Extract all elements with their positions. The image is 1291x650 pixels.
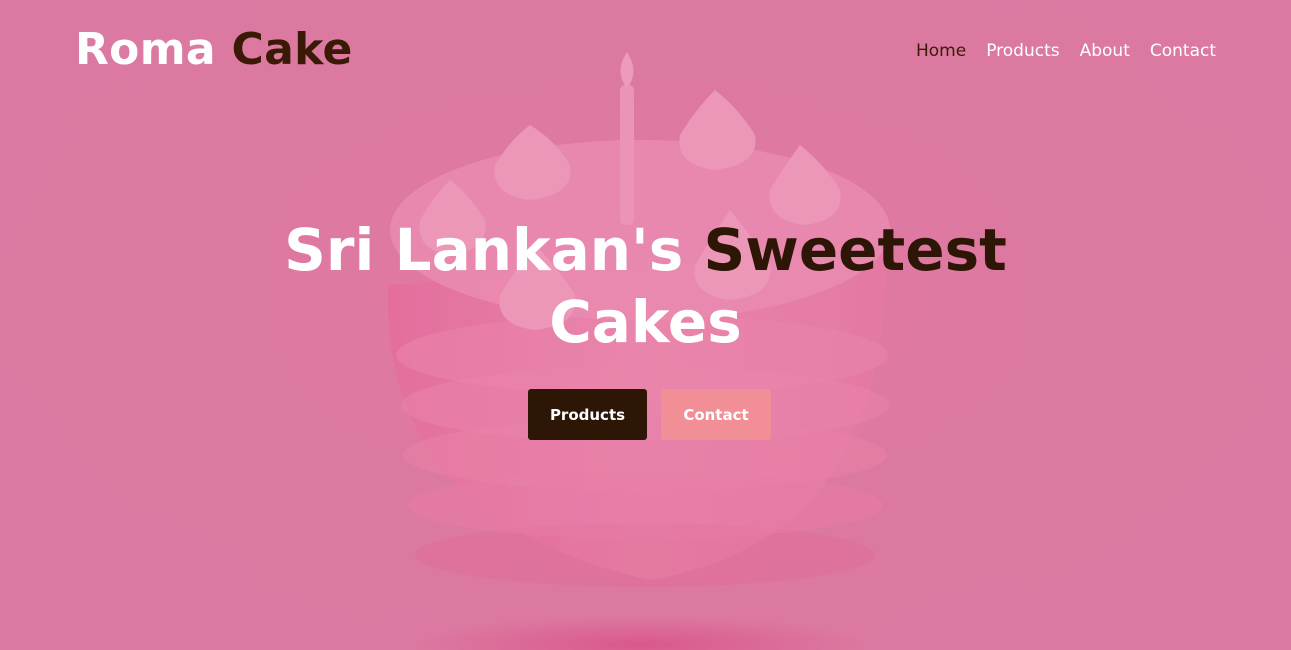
hero-buttons: Products Contact (528, 389, 771, 440)
headline-part3: Cakes (549, 288, 742, 356)
brand-logo[interactable]: Roma Cake (75, 22, 353, 78)
hero-section: Roma Cake Home Products About Contact Sr… (0, 0, 1291, 650)
contact-button[interactable]: Contact (661, 389, 771, 440)
brand-name-part2: Cake (231, 24, 353, 75)
brand-name-part1: Roma (75, 24, 216, 75)
nav-about[interactable]: About (1080, 38, 1130, 64)
hero-headline: Sri Lankan's Sweetest Cakes (0, 214, 1291, 358)
headline-part1: Sri Lankan's (284, 216, 684, 284)
nav-home[interactable]: Home (916, 38, 966, 64)
products-button[interactable]: Products (528, 389, 647, 440)
main-nav: Home Products About Contact (916, 38, 1216, 64)
headline-part2: Sweetest (703, 216, 1007, 284)
nav-products[interactable]: Products (986, 38, 1059, 64)
nav-contact[interactable]: Contact (1150, 38, 1216, 64)
